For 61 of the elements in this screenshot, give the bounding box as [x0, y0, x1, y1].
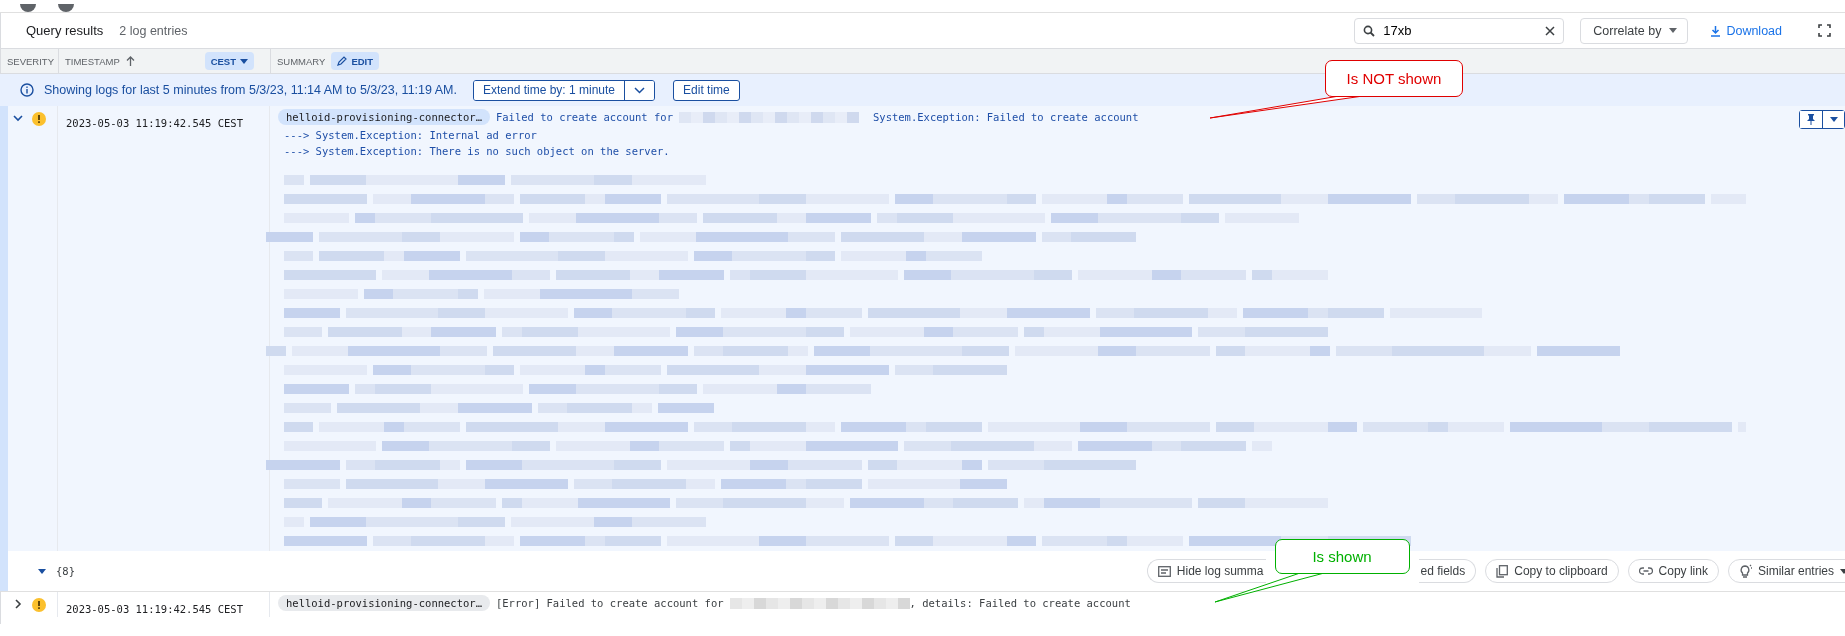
list-icon — [1157, 565, 1171, 577]
timestamp: 2023-05-03 11:19:42.545 CEST — [66, 117, 243, 129]
extend-menu-button[interactable] — [624, 80, 655, 100]
warning-icon — [32, 112, 46, 126]
copy-icon — [1496, 564, 1509, 578]
column-header: TIMESTAMP — [65, 55, 120, 67]
source-tag: helloid-provisioning-connector… — [278, 595, 490, 611]
fields-button[interactable]: ed fields — [1418, 559, 1477, 583]
entry-count: 2 log entries — [119, 23, 188, 38]
log-message: [Error] Failed to create account for — [495, 597, 724, 609]
link-icon — [1638, 567, 1653, 575]
log-detail: ---> System.Exception: Internal ad error — [283, 129, 537, 141]
info-icon — [20, 83, 34, 97]
fullscreen-icon[interactable] — [1818, 24, 1831, 37]
column-header: SUMMARY — [277, 55, 326, 67]
log-detail: ---> System.Exception: There is no such object on the server. — [283, 145, 670, 157]
caret-icon — [1829, 117, 1838, 122]
banner-text: Showing logs for last 5 minutes from 5/3/23, 11:14 AM to 5/3/23, 11:19 AM. — [44, 83, 457, 97]
chevron-down-icon — [634, 86, 646, 94]
edit-button[interactable]: EDIT — [331, 52, 380, 70]
timezone-dropdown[interactable]: CEST — [204, 52, 254, 70]
close-icon[interactable] — [1545, 25, 1556, 36]
menu-button[interactable] — [1822, 111, 1844, 128]
pencil-icon — [337, 56, 348, 66]
correlate-dropdown[interactable]: Correlate by — [1580, 17, 1689, 44]
search-input[interactable]: 17xb — [1381, 22, 1540, 39]
chevron-right-icon — [12, 598, 24, 610]
avatar-icon — [20, 4, 36, 12]
timestamp: 2023-05-03 11:19:42.545 CEST — [66, 603, 243, 615]
lightbulb-icon — [1738, 564, 1752, 578]
pin-icon — [1807, 114, 1815, 125]
panel-title: Query results — [26, 23, 104, 38]
warning-icon — [32, 598, 46, 612]
download-button[interactable]: Download — [1704, 23, 1788, 38]
avatar-icon — [58, 4, 74, 12]
expand-toggle[interactable] — [12, 112, 24, 124]
caret-icon — [1669, 28, 1678, 33]
chevron-down-icon — [12, 112, 24, 124]
similar-button[interactable]: Similar entries — [1727, 559, 1845, 583]
search-icon — [1363, 24, 1376, 37]
search-bar[interactable]: 17xb — [1354, 17, 1565, 44]
log-message: , details: Failed to create account — [909, 597, 1131, 609]
log-message: System.Exception: Failed to create account — [873, 111, 1139, 123]
log-message: Failed to create account for — [495, 111, 673, 123]
pin-button[interactable] — [1800, 111, 1822, 128]
edit-time-button[interactable]: Edit time — [673, 79, 740, 101]
column-header: SEVERITY — [7, 55, 54, 67]
extend-time-button[interactable]: Extend time by: 1 minute — [473, 80, 625, 100]
caret-icon — [1840, 568, 1845, 574]
caret-icon — [38, 568, 46, 574]
link-button[interactable]: Copy link — [1627, 559, 1719, 583]
caret-icon — [240, 58, 248, 64]
expand-toggle[interactable] — [12, 598, 24, 610]
arrow-up-icon[interactable] — [125, 56, 135, 66]
callout-bubble: Is shown — [1274, 539, 1410, 574]
payload-summary: {8} — [56, 565, 75, 577]
summary-button[interactable]: Hide log summa — [1146, 559, 1266, 583]
download-icon — [1710, 24, 1722, 37]
copy-button[interactable]: Copy to clipboard — [1485, 559, 1619, 583]
source-tag: helloid-provisioning-connector… — [278, 109, 490, 125]
callout-bubble: Is NOT shown — [1325, 60, 1463, 97]
